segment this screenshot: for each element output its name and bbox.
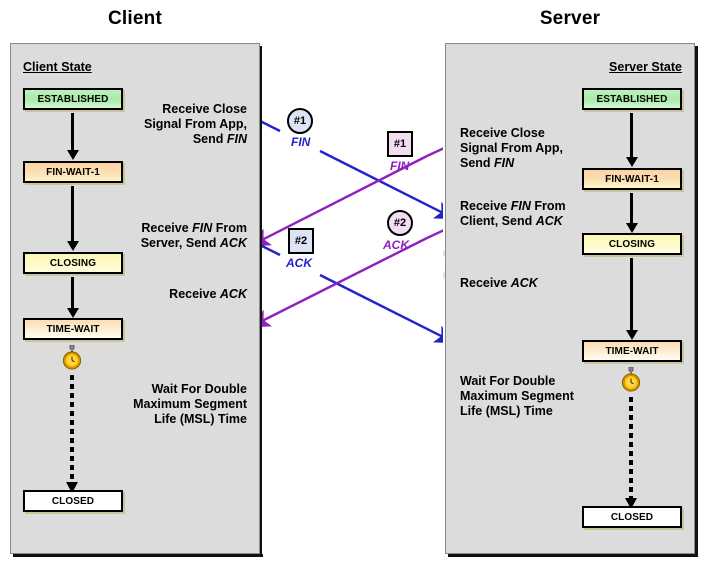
client-panel: Client State ESTABLISHED FIN-WAIT-1 CLOS…: [10, 43, 260, 554]
server-note-close-signal: Receive Close Signal From App, Send FIN: [460, 126, 564, 170]
client-arrow-closing-to-timewait: [71, 277, 74, 309]
client-state-heading: Client State: [23, 60, 92, 74]
server-timer-dotted-arrow: [629, 397, 633, 499]
client-timer-dotted-arrow: [70, 375, 74, 483]
server-note-receive-ack: Receive ACK: [460, 276, 538, 290]
client-column-title: Client: [108, 8, 162, 29]
server-column-title: Server: [539, 8, 601, 29]
client-state-closing: CLOSING: [23, 252, 123, 274]
stopwatch-icon: [621, 367, 641, 392]
server-note-receive-fin: Receive FIN From Client, Send ACK: [460, 199, 566, 228]
server-arrow-closing-to-timewait: [630, 258, 633, 331]
message-badge-client-fin[interactable]: #1: [287, 108, 313, 134]
client-note-receive-fin: Receive FIN From Server, Send ACK: [140, 221, 247, 250]
server-arrow-finwait1-to-closing: [630, 193, 633, 224]
client-arrow-finwait1-to-closing: [71, 186, 74, 242]
message-badge-server-fin[interactable]: #1: [387, 131, 413, 157]
client-note-msl-wait: Wait For Double Maximum Segment Life (MS…: [133, 382, 247, 426]
server-state-timewait: TIME-WAIT: [582, 340, 682, 362]
client-note-receive-ack: Receive ACK: [169, 287, 247, 301]
tcp-simultaneous-close-diagram: The TCP/IP Guide Client Server Client St…: [0, 0, 708, 561]
message-label-client-fin: FIN: [291, 135, 311, 149]
client-state-established: ESTABLISHED: [23, 88, 123, 110]
client-arrow-established-to-finwait1: [71, 113, 74, 151]
message-badge-client-ack[interactable]: #2: [288, 228, 314, 254]
message-label-client-ack: ACK: [286, 256, 312, 270]
server-state-closing: CLOSING: [582, 233, 682, 255]
message-badge-server-ack[interactable]: #2: [387, 210, 413, 236]
message-exchange-area: #1 FIN #1 FIN #2 ACK #2 ACK: [262, 43, 443, 554]
server-panel: Server State ESTABLISHED FIN-WAIT-1 CLOS…: [445, 43, 695, 554]
server-note-msl-wait: Wait For Double Maximum Segment Life (MS…: [460, 374, 574, 418]
client-state-finwait1: FIN-WAIT-1: [23, 161, 123, 183]
server-state-finwait1: FIN-WAIT-1: [582, 168, 682, 190]
server-arrow-established-to-finwait1: [630, 113, 633, 158]
message-label-server-ack: ACK: [383, 238, 409, 252]
client-state-timewait: TIME-WAIT: [23, 318, 123, 340]
server-state-established: ESTABLISHED: [582, 88, 682, 110]
stopwatch-icon: [62, 345, 82, 370]
client-note-close-signal: Receive Close Signal From App, Send FIN: [143, 102, 247, 146]
server-state-closed: CLOSED: [582, 506, 682, 528]
client-state-closed: CLOSED: [23, 490, 123, 512]
server-state-heading: Server State: [609, 60, 682, 74]
message-label-server-fin: FIN: [390, 159, 410, 173]
